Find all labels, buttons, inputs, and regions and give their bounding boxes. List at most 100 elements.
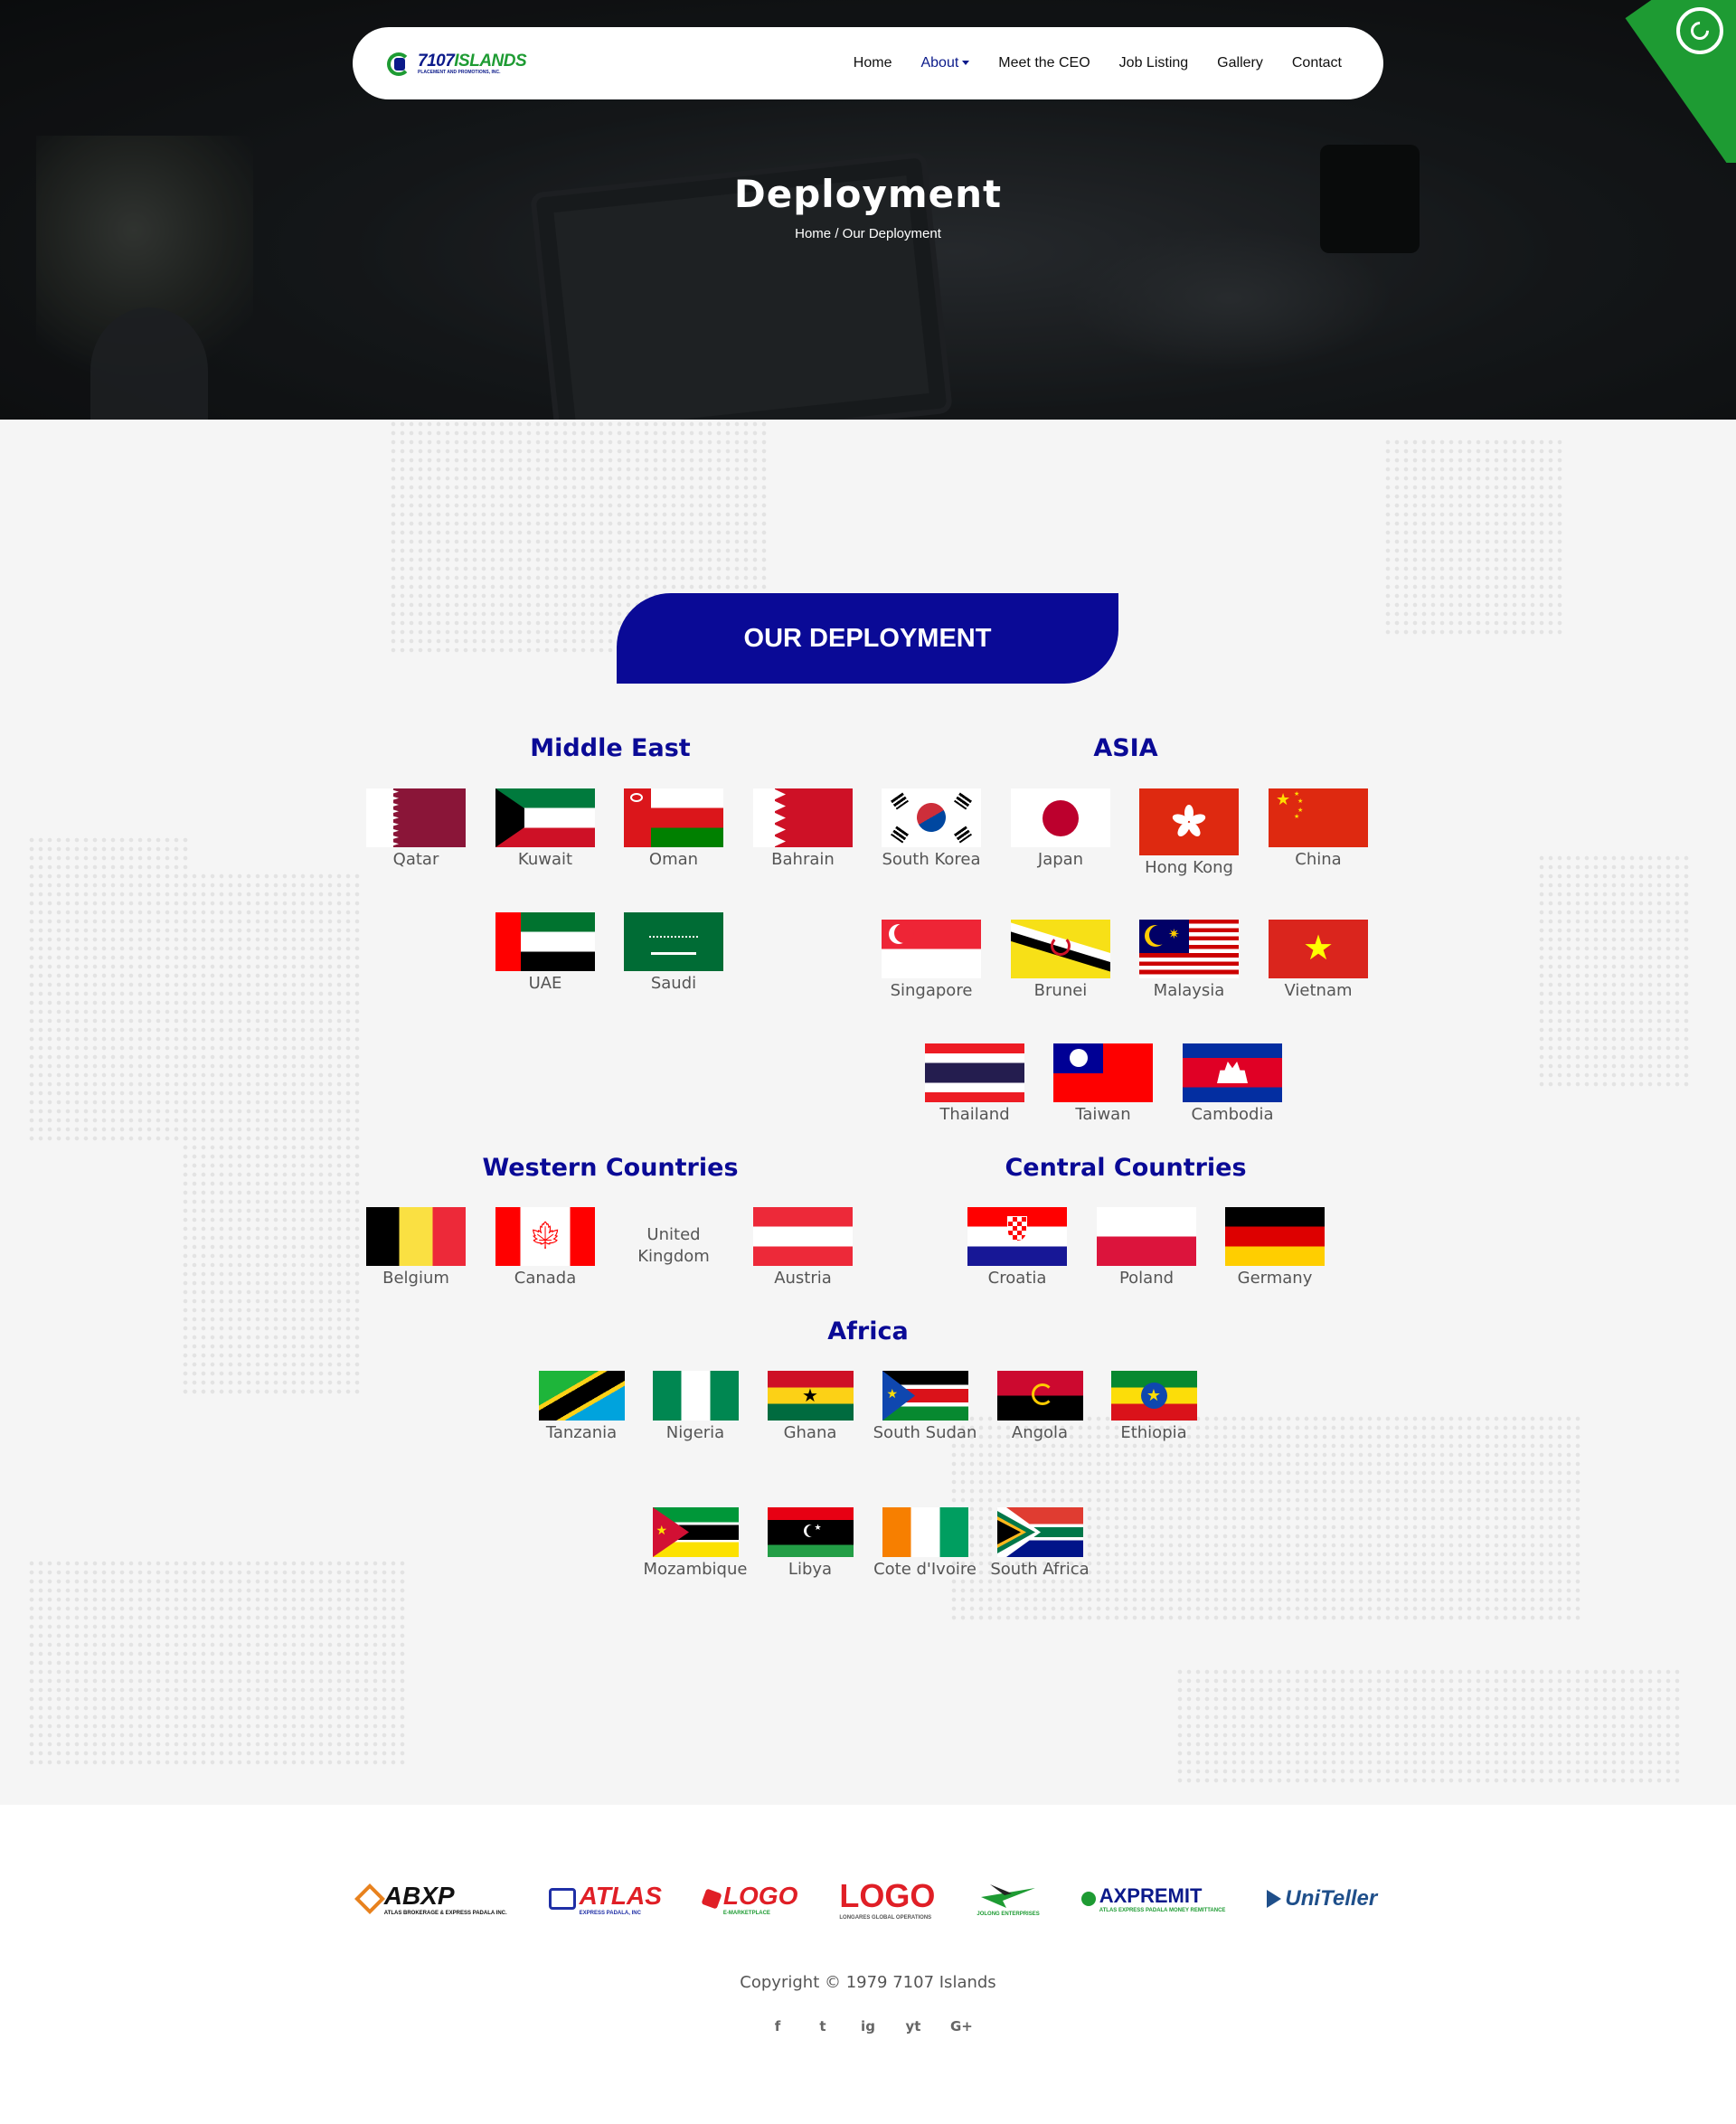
country-south-korea: South Korea <box>873 788 990 871</box>
country-nigeria: Nigeria <box>637 1371 754 1444</box>
country-label: South Sudan <box>873 1423 977 1442</box>
map-dots <box>1537 854 1691 1089</box>
facebook-icon[interactable]: f <box>769 2018 786 2034</box>
navbar: 7107ISLANDS PLACEMENT AND PROMOTIONS, IN… <box>353 27 1383 99</box>
logo[interactable]: 7107ISLANDS PLACEMENT AND PROMOTIONS, IN… <box>385 49 527 78</box>
partner-sub: ATLAS EXPRESS PADALA MONEY REMITTANCE <box>1099 1908 1226 1913</box>
croatia-flag-icon <box>967 1207 1067 1266</box>
ghana-flag-icon: ★ <box>767 1371 854 1421</box>
breadcrumb-current: / Our Deployment <box>835 226 941 241</box>
country-label: Saudi <box>650 974 697 993</box>
partner-name: ATLAS <box>579 1882 662 1910</box>
japan-flag-icon <box>1011 788 1110 847</box>
country-thailand: Thailand <box>916 1043 1033 1126</box>
instagram-icon[interactable]: ig <box>860 2018 876 2034</box>
nav-job-listing[interactable]: Job Listing <box>1119 55 1189 71</box>
country-singapore: Singapore <box>873 920 990 1002</box>
country-mozambique: ★ Mozambique <box>637 1507 754 1581</box>
nav-gallery[interactable]: Gallery <box>1217 55 1263 71</box>
saudi-flag-icon <box>624 912 723 971</box>
country-malaysia: ✷ Malaysia <box>1130 920 1248 1002</box>
country-label: Kuwait <box>517 850 573 869</box>
country-label: Canada <box>514 1269 577 1288</box>
tanzania-flag-icon <box>538 1371 625 1421</box>
country-croatia: Croatia <box>958 1207 1076 1289</box>
partner-sub: LONGARES GLOBAL OPERATIONS <box>839 1915 932 1921</box>
singapore-flag-icon <box>882 920 981 978</box>
country-label: Malaysia <box>1153 981 1225 1000</box>
page-title: Deployment <box>733 172 1003 216</box>
partner-sub: EXPRESS PADALA, INC <box>579 1911 641 1916</box>
country-label: Libya <box>788 1560 833 1579</box>
whatsapp-button[interactable] <box>1600 0 1736 163</box>
china-flag-icon: ★ ★ ★ ★ ★ <box>1269 788 1368 847</box>
deployment-section: OUR DEPLOYMENT Middle East ASIA Western … <box>0 420 1736 1805</box>
country-label: Ethiopia <box>1120 1423 1187 1442</box>
partner-sub: E-MARKETPLACE <box>722 1911 770 1916</box>
partner-logo-emarketplace[interactable]: LOGO E-MARKETPLACE <box>701 1882 797 1916</box>
region-middle-east-title: Middle East <box>530 734 691 762</box>
country-japan: Japan <box>1002 788 1119 871</box>
google-plus-icon[interactable]: G+ <box>950 2018 973 2034</box>
country-bahrain: Bahrain <box>744 788 862 871</box>
breadcrumb-home[interactable]: Home <box>795 226 831 241</box>
country-label: Austria <box>774 1269 832 1288</box>
partner-jolong-logo[interactable]: JOLONG ENTERPRISES <box>976 1881 1040 1917</box>
nav-about[interactable]: About <box>920 55 970 71</box>
south-korea-flag-icon <box>882 788 981 847</box>
country-label: United Kingdom <box>637 1225 710 1266</box>
country-label: UAE <box>528 974 562 993</box>
partner-atlas-logo[interactable]: ATLAS EXPRESS PADALA, INC <box>548 1882 662 1916</box>
partner-logos: ABXP ATLAS BROKERAGE & EXPRESS PADALA INC… <box>0 1877 1736 1921</box>
country-cambodia: Cambodia <box>1174 1043 1291 1126</box>
country-ethiopia: ★ Ethiopia <box>1095 1371 1212 1444</box>
country-label: Ghana <box>783 1423 837 1442</box>
country-label: Angola <box>1011 1423 1069 1442</box>
country-south-sudan: ★ South Sudan <box>866 1371 984 1444</box>
canada-flag-icon: 🍁︎ <box>495 1207 595 1266</box>
region-africa-title: Africa <box>827 1317 909 1345</box>
nigeria-flag-icon <box>652 1371 739 1421</box>
country-taiwan: Taiwan <box>1044 1043 1162 1126</box>
country-brunei: Brunei <box>1002 920 1119 1002</box>
country-saudi: Saudi <box>615 912 732 995</box>
country-germany: Germany <box>1216 1207 1334 1289</box>
hero-banner: 7107ISLANDS PLACEMENT AND PROMOTIONS, IN… <box>0 0 1736 420</box>
country-label: Tanzania <box>545 1423 618 1442</box>
country-libya: ★ Libya <box>751 1507 869 1581</box>
nav-home[interactable]: Home <box>854 55 892 71</box>
country-label: Vietnam <box>1284 981 1353 1000</box>
footer: ABXP ATLAS BROKERAGE & EXPRESS PADALA INC… <box>0 1805 1736 2124</box>
region-western-title: Western Countries <box>482 1154 739 1182</box>
partner-abxp-logo[interactable]: ABXP ATLAS BROKERAGE & EXPRESS PADALA INC… <box>354 1882 507 1916</box>
nav-contact[interactable]: Contact <box>1292 55 1342 71</box>
twitter-icon[interactable]: t <box>815 2018 831 2034</box>
logo-icon <box>385 49 414 78</box>
breadcrumb: Home / Our Deployment <box>0 226 1736 241</box>
country-label: Singapore <box>890 981 973 1000</box>
country-label: Qatar <box>392 850 439 869</box>
country-label: Belgium <box>382 1269 449 1288</box>
bahrain-flag-icon <box>753 788 853 847</box>
partner-name: UniTeller <box>1285 1886 1378 1911</box>
ethiopia-flag-icon: ★ <box>1110 1371 1197 1421</box>
country-canada: 🍁︎ Canada <box>486 1207 604 1289</box>
youtube-icon[interactable]: yt <box>905 2018 921 2034</box>
country-austria: Austria <box>744 1207 862 1289</box>
partner-logo-longares[interactable]: LOGO LONGARES GLOBAL OPERATIONS <box>839 1877 935 1921</box>
nav-about-label: About <box>920 55 959 71</box>
country-label: Thailand <box>939 1105 1010 1124</box>
nav-meet-ceo[interactable]: Meet the CEO <box>998 55 1090 71</box>
region-central-title: Central Countries <box>1005 1154 1247 1182</box>
belgium-flag-icon <box>366 1207 466 1266</box>
country-tanzania: Tanzania <box>523 1371 640 1444</box>
austria-flag-icon <box>753 1207 853 1266</box>
vietnam-flag-icon: ★ <box>1269 920 1368 978</box>
main-nav: Home About Meet the CEO Job Listing Gall… <box>854 55 1342 71</box>
logo-accent-text: ISLANDS <box>454 51 527 71</box>
partner-axpremit-logo[interactable]: AXPREMIT ATLAS EXPRESS PADALA MONEY REMIT… <box>1080 1884 1226 1913</box>
partner-name: ABXP <box>383 1882 455 1910</box>
partner-uniteller-logo[interactable]: UniTeller <box>1267 1886 1377 1912</box>
whatsapp-icon <box>1676 7 1723 54</box>
logo-sub-text: PLACEMENT AND PROMOTIONS, INC. <box>418 69 501 75</box>
